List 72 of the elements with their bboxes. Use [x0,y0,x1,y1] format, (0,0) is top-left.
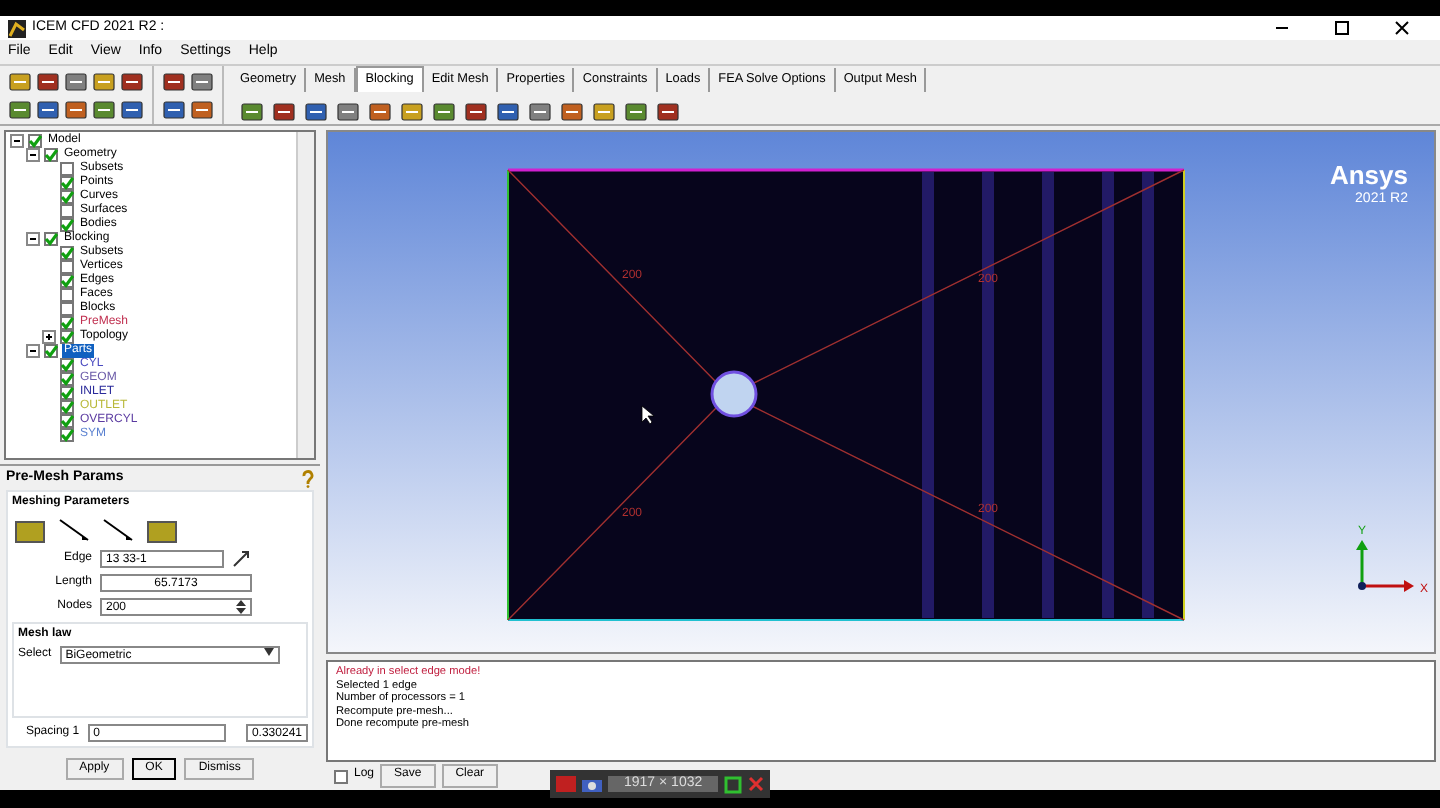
tool-icon[interactable] [8,98,32,122]
tool-icon[interactable] [36,70,60,94]
tool-icon[interactable] [64,98,88,122]
camera-icon[interactable] [582,776,602,792]
checkbox[interactable] [60,330,74,344]
tool-icon[interactable] [624,100,648,124]
app-logo-icon [8,19,26,37]
checkbox[interactable] [60,428,74,442]
checkbox[interactable] [60,386,74,400]
tool-icon[interactable] [560,100,584,124]
scrollbar[interactable] [296,132,314,458]
tool-icon[interactable] [656,100,680,124]
select-edge-icon[interactable] [232,550,250,569]
checkbox[interactable] [60,176,74,190]
checkbox[interactable] [60,204,74,218]
tool-icon[interactable] [336,100,360,124]
checkbox[interactable] [60,246,74,260]
checkbox[interactable] [60,288,74,302]
expand-icon[interactable] [42,330,56,344]
region-icon[interactable] [724,775,743,793]
checkbox[interactable] [60,400,74,414]
checkbox[interactable] [60,162,74,176]
tool-icon[interactable] [36,98,60,122]
caret-icon [263,648,274,657]
checkbox[interactable] [60,190,74,204]
axis-triad-drawing [1356,540,1414,592]
checkbox[interactable] [60,302,74,316]
cylinder-shape [710,370,758,418]
tool-icon[interactable] [8,70,32,94]
checkbox[interactable] [60,218,74,232]
tool-icon[interactable] [528,100,552,124]
block-icon[interactable] [144,516,180,545]
block-icon[interactable] [12,516,48,545]
tool-icon[interactable] [92,98,116,122]
expand-icon[interactable] [26,344,40,358]
tool-icon[interactable] [120,98,144,122]
checkbox[interactable] [60,260,74,274]
expand-icon[interactable] [10,134,24,148]
tool-icon[interactable] [592,100,616,124]
help-icon[interactable] [302,470,314,488]
checkbox[interactable] [60,358,74,372]
tool-icon[interactable] [120,70,144,94]
tool-icon[interactable] [190,70,214,94]
checkbox[interactable] [60,274,74,288]
tool-icon[interactable] [272,100,296,124]
tool-icon[interactable] [162,98,186,122]
tool-icon[interactable] [432,100,456,124]
tool-icon[interactable] [304,100,328,124]
checkbox[interactable] [44,148,58,162]
checkbox[interactable] [60,414,74,428]
tool-icon[interactable] [190,98,214,122]
tool-icon[interactable] [464,100,488,124]
checkbox[interactable] [60,316,74,330]
edge-icon[interactable] [56,516,92,545]
cursor-icon [641,405,655,425]
tool-icon[interactable] [400,100,424,124]
checkbox[interactable] [28,134,42,148]
checkbox[interactable] [334,769,348,783]
spinner-arrows-icon [236,600,246,615]
edge-icon[interactable] [100,516,136,545]
brand-logo: Ansys [1329,160,1408,190]
tool-icon[interactable] [64,70,88,94]
tool-icon[interactable] [162,70,186,94]
tool-icon[interactable] [368,100,392,124]
expand-icon[interactable] [26,148,40,162]
checkbox[interactable] [44,344,58,358]
tool-icon[interactable] [92,70,116,94]
expand-icon[interactable] [26,232,40,246]
checkbox[interactable] [60,372,74,386]
tool-icon[interactable] [240,100,264,124]
tool-icon[interactable] [496,100,520,124]
checkbox[interactable] [44,232,58,246]
